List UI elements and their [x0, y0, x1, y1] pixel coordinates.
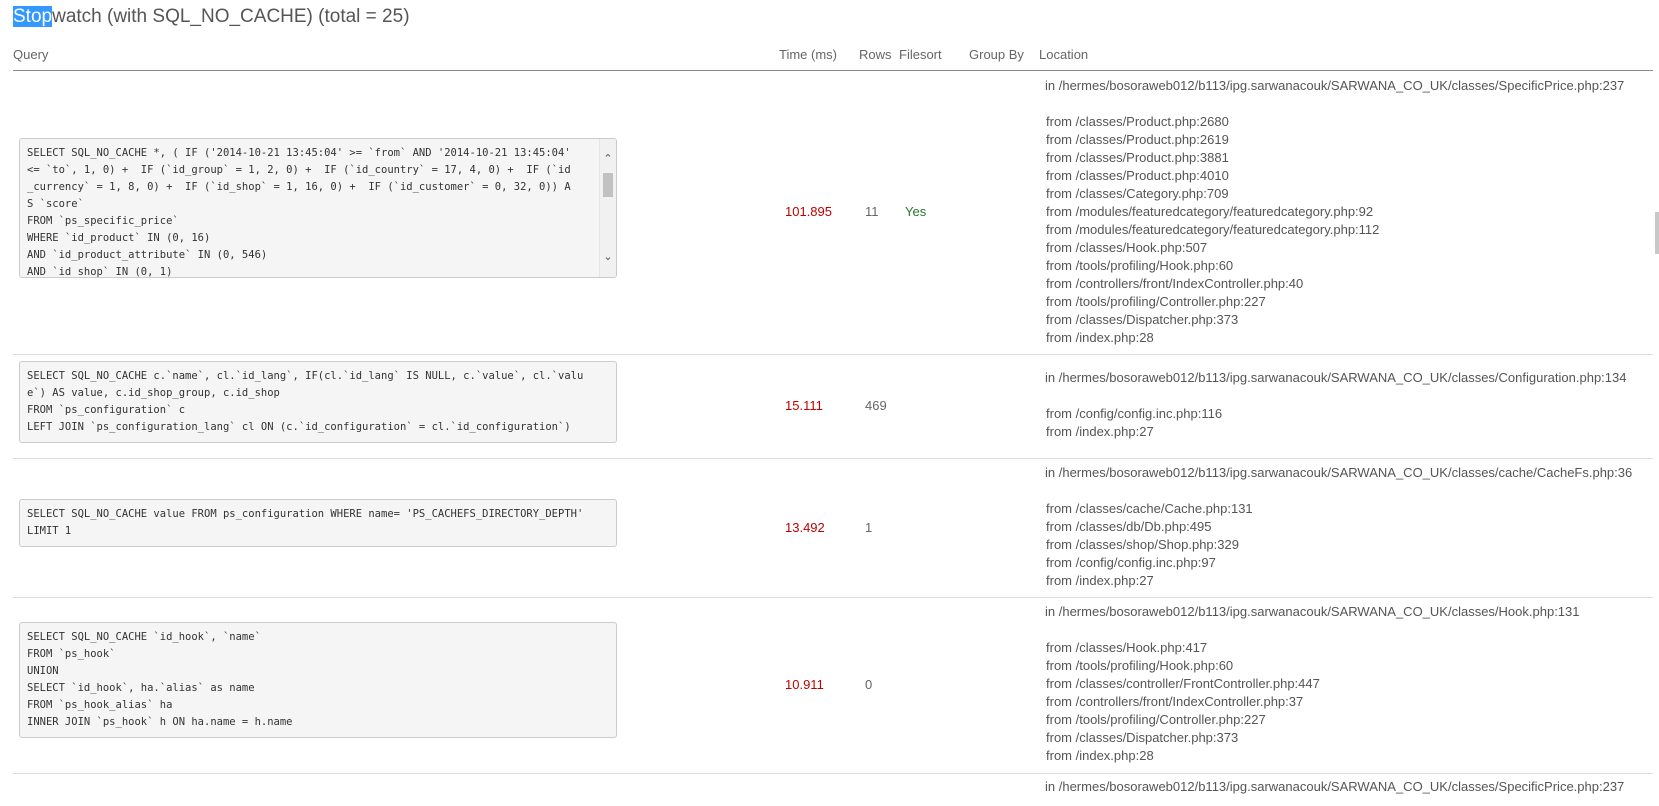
query-line: SELECT `id_hook`, ha.`alias` as name: [27, 682, 255, 694]
filesort-value: Yes: [905, 204, 927, 219]
location-trace: from /tools/profiling/Hook.php:60: [1046, 658, 1234, 673]
location-trace: from /classes/controller/FrontController…: [1046, 676, 1320, 691]
title-selected-text: Stop: [13, 6, 53, 27]
location-cell: in /hermes/bosoraweb012/b113/ipg.sarwana…: [1045, 464, 1632, 590]
location-trace: from /controllers/front/IndexController.…: [1046, 276, 1304, 291]
location-cell: in /hermes/bosoraweb012/b113/ipg.sarwana…: [1045, 778, 1624, 796]
location-trace: from /modules/featuredcategory/featuredc…: [1046, 204, 1374, 219]
time-value: 15.111: [785, 398, 823, 413]
query-line: S `score`: [27, 198, 84, 210]
column-header-rows: Rows: [859, 47, 892, 62]
row-divider: [13, 458, 1653, 459]
column-header-time: Time (ms): [779, 47, 838, 62]
query-line: SELECT SQL_NO_CACHE value FROM ps_config…: [27, 508, 584, 520]
query-line: LIMIT 1: [27, 525, 72, 537]
location-trace: from /config/config.inc.php:97: [1046, 555, 1216, 570]
time-value: 101.895: [785, 204, 832, 219]
chevron-up-icon[interactable]: ⌃: [600, 151, 616, 167]
rows-value: 0: [865, 677, 873, 692]
location-trace: from /classes/shop/Shop.php:329: [1046, 537, 1239, 552]
location-trace: from /classes/Category.php:709: [1046, 186, 1229, 201]
scrollbar-thumb[interactable]: [603, 173, 613, 197]
query-textbox[interactable]: SELECT SQL_NO_CACHE `id_hook`, `name` FR…: [19, 622, 617, 738]
chevron-down-icon[interactable]: ⌄: [600, 249, 616, 265]
query-line: UNION: [27, 665, 59, 677]
location-trace: from /classes/Product.php:2680: [1046, 114, 1229, 129]
query-line: FROM `ps_hook_alias` ha: [27, 699, 173, 711]
rows-value: 469: [865, 398, 887, 413]
row-divider: [13, 773, 1653, 774]
query-line: _currency` = 1, 8, 0) + IF (`id_shop` = …: [27, 181, 571, 193]
title-rest-text: watch (with SQL_NO_CACHE) (total = 25): [52, 6, 410, 27]
query-textbox[interactable]: SELECT SQL_NO_CACHE value FROM ps_config…: [19, 499, 617, 547]
query-line: FROM `ps_configuration` c: [27, 404, 186, 416]
location-trace: from /tools/profiling/Hook.php:60: [1046, 258, 1234, 273]
query-line: e`) AS value, c.id_shop_group, c.id_shop: [27, 387, 280, 399]
query-line: WHERE `id_product` IN (0, 16): [27, 232, 211, 244]
column-header-query: Query: [13, 47, 49, 62]
header-divider: [13, 70, 1653, 71]
location-cell: in /hermes/bosoraweb012/b113/ipg.sarwana…: [1045, 603, 1580, 765]
location-cell: in /hermes/bosoraweb012/b113/ipg.sarwana…: [1045, 77, 1624, 347]
column-header-group-by: Group By: [969, 47, 1024, 62]
page-title: Stopwatch (with SQL_NO_CACHE) (total = 2…: [13, 6, 410, 28]
location-trace: from /classes/Dispatcher.php:373: [1046, 312, 1239, 327]
page-scrollbar-thumb[interactable]: [1655, 212, 1659, 254]
location-trace: from /classes/Product.php:4010: [1046, 168, 1229, 183]
column-header-filesort: Filesort: [899, 47, 942, 62]
location-cell: in /hermes/bosoraweb012/b113/ipg.sarwana…: [1045, 369, 1626, 441]
query-line: SELECT SQL_NO_CACHE `id_hook`, `name`: [27, 631, 261, 643]
query-scrollbar[interactable]: ⌃ ⌄: [599, 139, 616, 277]
location-trace: from /classes/Hook.php:507: [1046, 240, 1208, 255]
time-value: 10.911: [785, 677, 824, 692]
row-divider: [13, 597, 1653, 598]
location-file: in /hermes/bosoraweb012/b113/ipg.sarwana…: [1045, 779, 1625, 794]
query-line: AND `id_shop` IN (0, 1): [27, 266, 173, 278]
location-trace: from /tools/profiling/Controller.php:227: [1046, 294, 1266, 309]
rows-value: 11: [865, 204, 879, 219]
query-textbox[interactable]: SELECT SQL_NO_CACHE c.`name`, cl.`id_lan…: [19, 361, 617, 443]
time-value: 13.492: [785, 520, 825, 535]
query-line: SELECT SQL_NO_CACHE c.`name`, cl.`id_lan…: [27, 370, 584, 382]
query-line: <= `to`, 1, 0) + IF (`id_group` = 1, 2, …: [27, 164, 571, 176]
location-trace: from /classes/db/Db.php:495: [1046, 519, 1212, 534]
location-trace: from /controllers/front/IndexController.…: [1046, 694, 1304, 709]
query-line: AND `id_product_attribute` IN (0, 546): [27, 249, 268, 261]
row-divider: [13, 354, 1653, 355]
location-trace: from /tools/profiling/Controller.php:227: [1046, 712, 1266, 727]
location-trace: from /classes/Hook.php:417: [1046, 640, 1208, 655]
location-file: in /hermes/bosoraweb012/b113/ipg.sarwana…: [1045, 604, 1580, 619]
location-file: in /hermes/bosoraweb012/b113/ipg.sarwana…: [1045, 465, 1633, 480]
query-line: SELECT SQL_NO_CACHE *, ( IF ('2014-10-21…: [27, 147, 571, 159]
location-trace: from /classes/cache/Cache.php:131: [1046, 501, 1253, 516]
location-file: in /hermes/bosoraweb012/b113/ipg.sarwana…: [1045, 78, 1625, 93]
query-line: FROM `ps_specific_price`: [27, 215, 179, 227]
location-trace: from /index.php:27: [1046, 424, 1154, 439]
location-trace: from /classes/Product.php:3881: [1046, 150, 1229, 165]
location-trace: from /classes/Dispatcher.php:373: [1046, 730, 1239, 745]
location-trace: from /index.php:28: [1046, 330, 1154, 345]
location-trace: from /classes/Product.php:2619: [1046, 132, 1229, 147]
location-trace: from /index.php:28: [1046, 748, 1154, 763]
rows-value: 1: [865, 520, 873, 535]
location-trace: from /modules/featuredcategory/featuredc…: [1046, 222, 1380, 237]
column-header-location: Location: [1039, 47, 1089, 62]
query-textbox[interactable]: SELECT SQL_NO_CACHE *, ( IF ('2014-10-21…: [19, 138, 617, 278]
location-file: in /hermes/bosoraweb012/b113/ipg.sarwana…: [1045, 370, 1627, 385]
query-line: LEFT JOIN `ps_configuration_lang` cl ON …: [27, 421, 571, 433]
query-line: INNER JOIN `ps_hook` h ON ha.name = h.na…: [27, 716, 293, 728]
query-line: FROM `ps_hook`: [27, 648, 116, 660]
location-trace: from /index.php:27: [1046, 573, 1154, 588]
location-trace: from /config/config.inc.php:116: [1046, 406, 1223, 421]
